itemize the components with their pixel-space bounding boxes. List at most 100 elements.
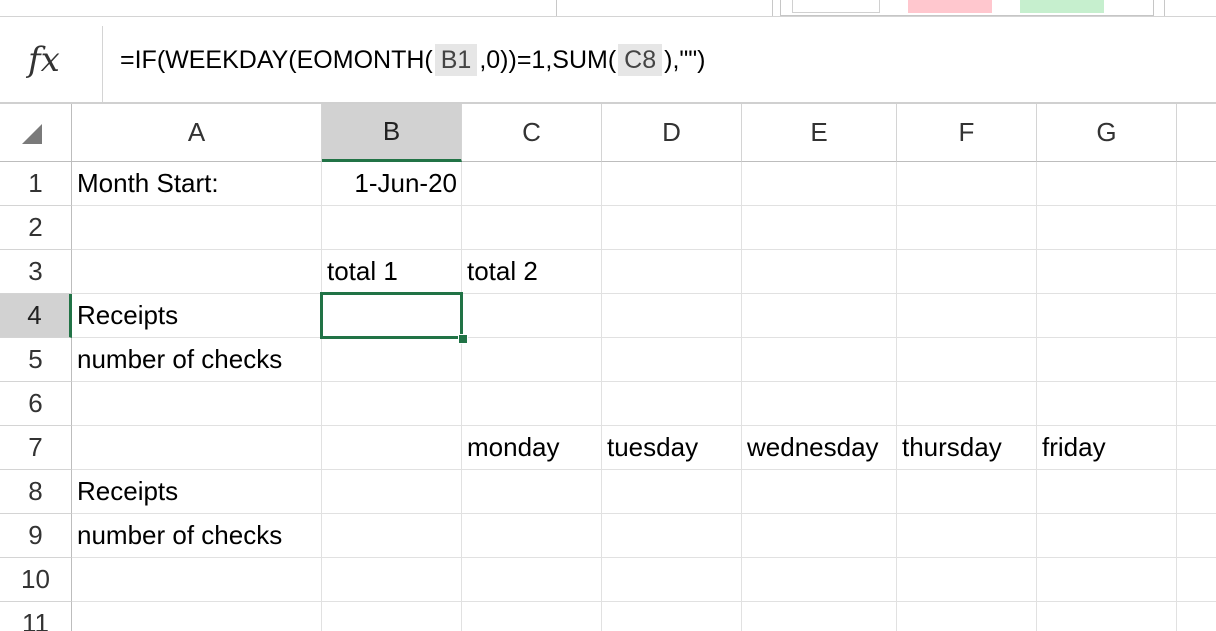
- cell-partial[interactable]: [1177, 162, 1216, 206]
- cell-f8[interactable]: [897, 470, 1037, 514]
- cell-f5[interactable]: [897, 338, 1037, 382]
- style-bad-swatch[interactable]: [908, 0, 992, 13]
- cell-partial[interactable]: [1177, 426, 1216, 470]
- cell-g5[interactable]: [1037, 338, 1177, 382]
- cell-d2[interactable]: [602, 206, 742, 250]
- cell-partial[interactable]: [1177, 250, 1216, 294]
- cell-d3[interactable]: [602, 250, 742, 294]
- column-header-b[interactable]: B: [322, 104, 462, 162]
- cell-e4[interactable]: [742, 294, 897, 338]
- cell-g2[interactable]: [1037, 206, 1177, 250]
- column-header-g[interactable]: G: [1037, 104, 1177, 162]
- row-header-1[interactable]: 1: [0, 162, 72, 206]
- row-header-7[interactable]: 7: [0, 426, 72, 470]
- cell-e8[interactable]: [742, 470, 897, 514]
- cell-b5[interactable]: [322, 338, 462, 382]
- cell-c1[interactable]: [462, 162, 602, 206]
- cell-a1[interactable]: Month Start:: [72, 162, 322, 206]
- column-header-f[interactable]: F: [897, 104, 1037, 162]
- cell-b6[interactable]: [322, 382, 462, 426]
- cell-e6[interactable]: [742, 382, 897, 426]
- cell-partial[interactable]: [1177, 206, 1216, 250]
- cell-partial[interactable]: [1177, 382, 1216, 426]
- cell-c8[interactable]: [462, 470, 602, 514]
- column-header-a[interactable]: A: [72, 104, 322, 162]
- row-header-9[interactable]: 9: [0, 514, 72, 558]
- cell-c4[interactable]: [462, 294, 602, 338]
- cell-f1[interactable]: [897, 162, 1037, 206]
- cell-b2[interactable]: [322, 206, 462, 250]
- cell-g6[interactable]: [1037, 382, 1177, 426]
- cell-partial[interactable]: [1177, 514, 1216, 558]
- cell-g3[interactable]: [1037, 250, 1177, 294]
- cell-e2[interactable]: [742, 206, 897, 250]
- cell-g7[interactable]: friday: [1037, 426, 1177, 470]
- cell-b11[interactable]: [322, 602, 462, 631]
- cell-d9[interactable]: [602, 514, 742, 558]
- cell-a10[interactable]: [72, 558, 322, 602]
- cell-b9[interactable]: [322, 514, 462, 558]
- row-header-2[interactable]: 2: [0, 206, 72, 250]
- cell-d6[interactable]: [602, 382, 742, 426]
- cell-d5[interactable]: [602, 338, 742, 382]
- cell-e3[interactable]: [742, 250, 897, 294]
- insert-function-button[interactable]: fx: [0, 18, 102, 104]
- cell-b8[interactable]: [322, 470, 462, 514]
- column-header-c[interactable]: C: [462, 104, 602, 162]
- cell-partial[interactable]: [1177, 294, 1216, 338]
- cell-f11[interactable]: [897, 602, 1037, 631]
- column-header-d[interactable]: D: [602, 104, 742, 162]
- select-all-button[interactable]: [0, 104, 72, 162]
- cell-c6[interactable]: [462, 382, 602, 426]
- active-cell-selection[interactable]: [320, 292, 463, 339]
- cell-b10[interactable]: [322, 558, 462, 602]
- cell-d8[interactable]: [602, 470, 742, 514]
- cell-c7[interactable]: monday: [462, 426, 602, 470]
- row-header-8[interactable]: 8: [0, 470, 72, 514]
- worksheet-grid[interactable]: A B C D E F G 1 Month Start: 1-Jun-20 2 3 total 1 tot…: [0, 104, 1216, 631]
- cell-a6[interactable]: [72, 382, 322, 426]
- cell-c11[interactable]: [462, 602, 602, 631]
- cell-d10[interactable]: [602, 558, 742, 602]
- cell-e5[interactable]: [742, 338, 897, 382]
- cell-f10[interactable]: [897, 558, 1037, 602]
- cell-a7[interactable]: [72, 426, 322, 470]
- cell-a2[interactable]: [72, 206, 322, 250]
- cell-e11[interactable]: [742, 602, 897, 631]
- cell-partial[interactable]: [1177, 602, 1216, 631]
- style-good-swatch[interactable]: [1020, 0, 1104, 13]
- cell-f4[interactable]: [897, 294, 1037, 338]
- row-header-5[interactable]: 5: [0, 338, 72, 382]
- cell-f2[interactable]: [897, 206, 1037, 250]
- row-header-3[interactable]: 3: [0, 250, 72, 294]
- style-normal-swatch[interactable]: [792, 0, 880, 13]
- cell-e7[interactable]: wednesday: [742, 426, 897, 470]
- cell-b1[interactable]: 1-Jun-20: [322, 162, 462, 206]
- cell-e1[interactable]: [742, 162, 897, 206]
- cell-f7[interactable]: thursday: [897, 426, 1037, 470]
- cell-a9[interactable]: number of checks: [72, 514, 322, 558]
- column-header-partial[interactable]: [1177, 104, 1216, 162]
- cell-g11[interactable]: [1037, 602, 1177, 631]
- cell-g10[interactable]: [1037, 558, 1177, 602]
- cell-g1[interactable]: [1037, 162, 1177, 206]
- row-header-11[interactable]: 11: [0, 602, 72, 631]
- cell-a11[interactable]: [72, 602, 322, 631]
- cell-g9[interactable]: [1037, 514, 1177, 558]
- cell-partial[interactable]: [1177, 338, 1216, 382]
- formula-input[interactable]: =IF(WEEKDAY(EOMONTH(B1,0))=1,SUM(C8),""): [120, 44, 706, 76]
- cell-d1[interactable]: [602, 162, 742, 206]
- fill-handle[interactable]: [458, 334, 468, 344]
- row-header-10[interactable]: 10: [0, 558, 72, 602]
- cell-f3[interactable]: [897, 250, 1037, 294]
- cell-partial[interactable]: [1177, 558, 1216, 602]
- row-header-6[interactable]: 6: [0, 382, 72, 426]
- cell-a8[interactable]: Receipts: [72, 470, 322, 514]
- cell-e10[interactable]: [742, 558, 897, 602]
- cell-f9[interactable]: [897, 514, 1037, 558]
- cell-partial[interactable]: [1177, 470, 1216, 514]
- cell-b7[interactable]: [322, 426, 462, 470]
- cell-d7[interactable]: tuesday: [602, 426, 742, 470]
- cell-e9[interactable]: [742, 514, 897, 558]
- row-header-4[interactable]: 4: [0, 294, 72, 338]
